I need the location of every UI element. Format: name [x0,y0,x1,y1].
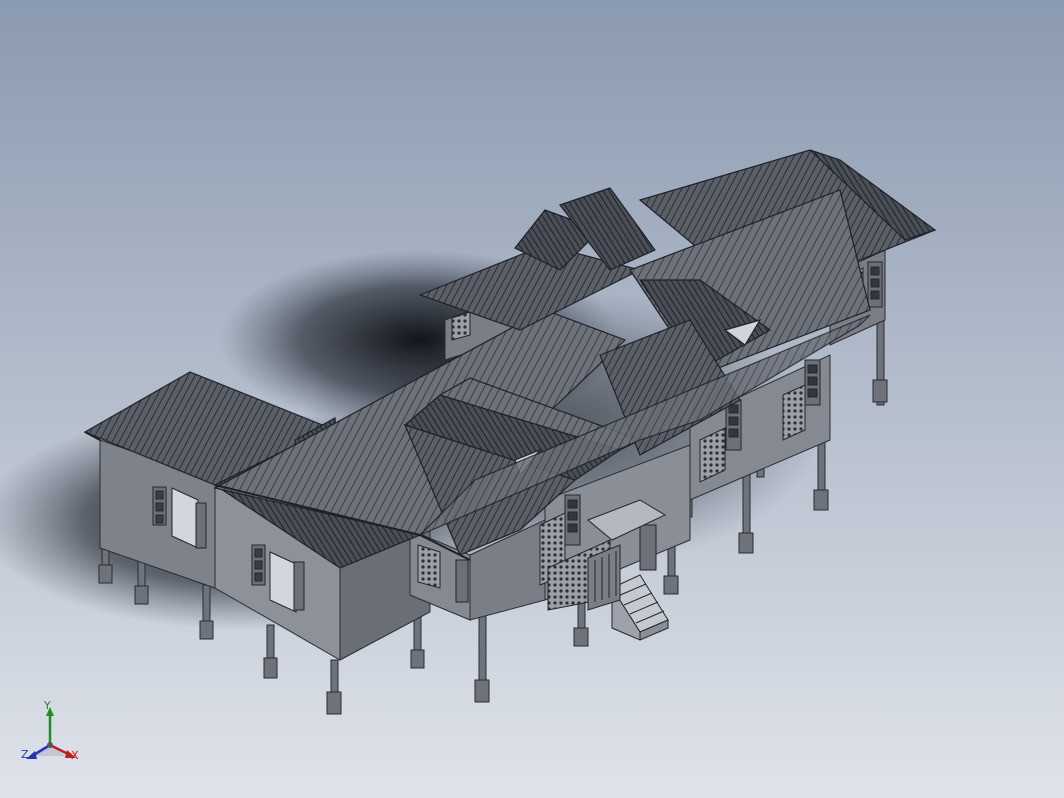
triad-axes-icon [26,707,76,759]
coordinate-triad[interactable]: Y X Z [18,700,88,775]
triad-y-label: Y [44,699,51,712]
house-3d-model[interactable] [0,0,1064,798]
graphics-viewport[interactable]: Y X Z [0,0,1064,798]
triad-x-label: X [71,749,79,762]
triad-z-label: Z [21,748,29,761]
